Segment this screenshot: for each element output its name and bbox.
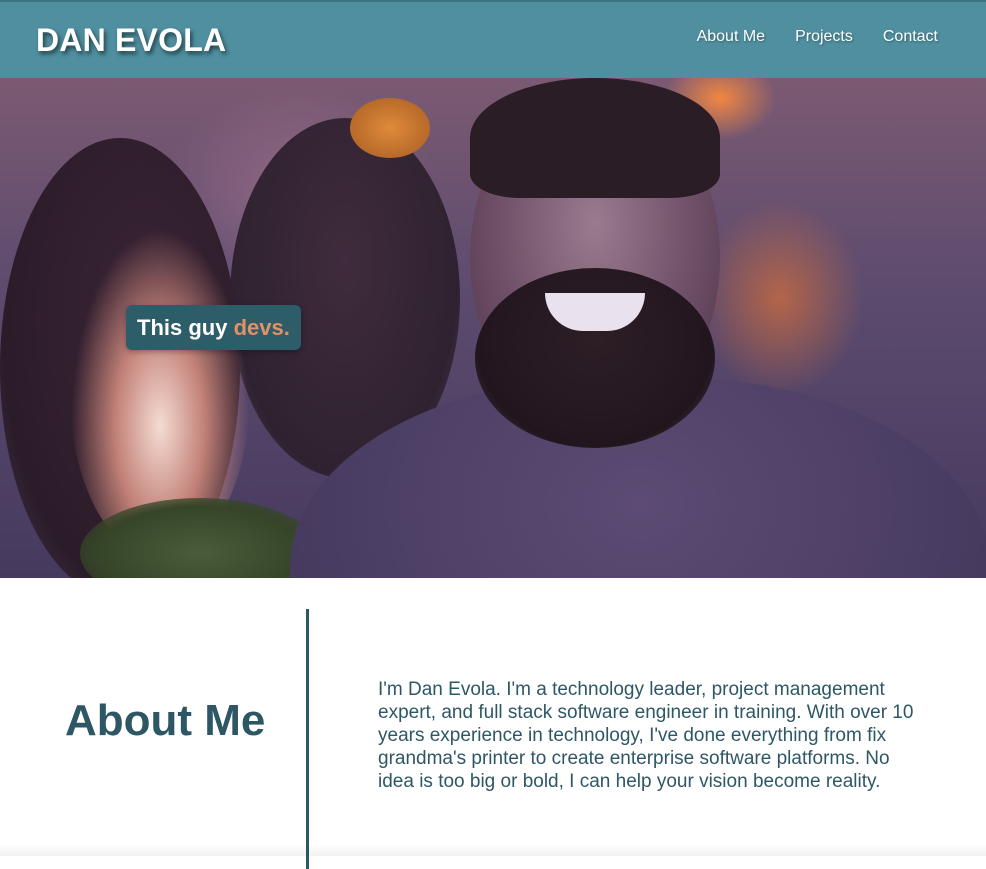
about-title: About Me — [65, 696, 266, 745]
hero-person-hair — [470, 78, 720, 198]
nav-link-contact[interactable]: Contact — [883, 28, 938, 46]
hero-tagline-accent: devs. — [233, 315, 290, 340]
bottom-shadow — [0, 844, 986, 856]
main-nav: About Me Projects Contact — [697, 28, 938, 46]
hero-tagline-prefix: This guy — [137, 315, 234, 340]
hero-tagline: This guy devs. — [126, 305, 301, 350]
site-brand[interactable]: DAN EVOLA — [36, 22, 226, 59]
nav-link-projects[interactable]: Projects — [795, 28, 853, 46]
about-divider — [306, 609, 309, 869]
about-section: About Me I'm Dan Evola. I'm a technology… — [0, 578, 986, 869]
about-body: I'm Dan Evola. I'm a technology leader, … — [378, 679, 914, 792]
site-header: DAN EVOLA About Me Projects Contact — [0, 0, 986, 78]
hero-photo: This guy devs. — [0, 78, 986, 578]
hero-background-orange-hat — [350, 98, 430, 158]
nav-link-about-me[interactable]: About Me — [697, 28, 765, 46]
